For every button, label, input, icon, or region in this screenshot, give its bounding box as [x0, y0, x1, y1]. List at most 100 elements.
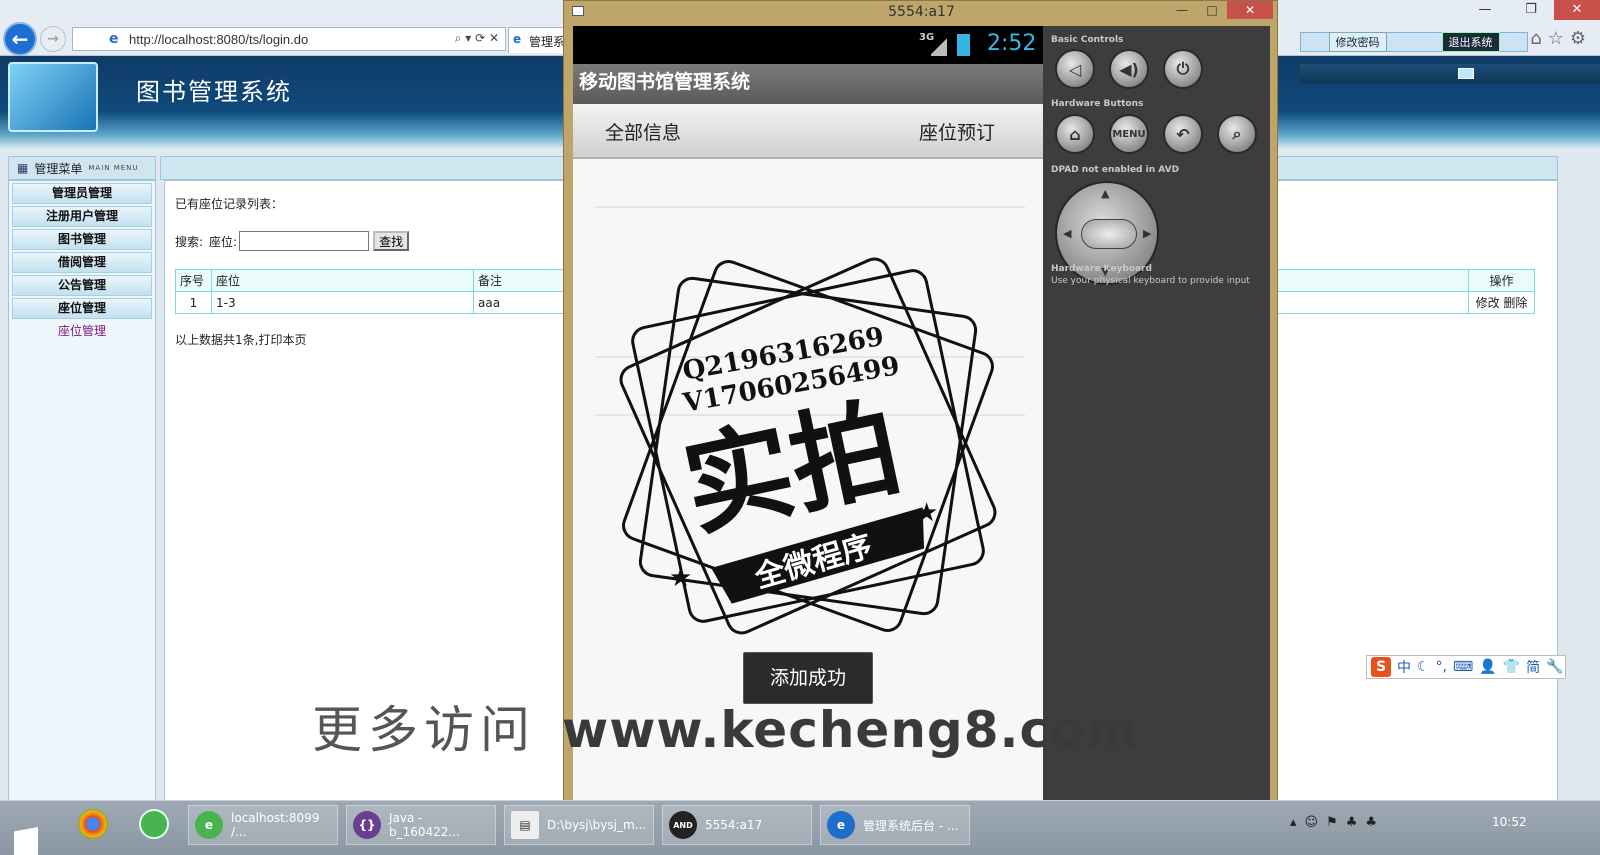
ie-favicon-icon: e	[109, 31, 119, 47]
volume-down-icon[interactable]: ◁	[1055, 49, 1095, 89]
cell-actions: 修改 删除	[1468, 291, 1535, 314]
sidebar-subitem-seats[interactable]: 座位管理	[9, 322, 155, 339]
back-arrow-icon[interactable]: ←	[3, 22, 37, 56]
minimize-icon[interactable]: —	[1462, 0, 1508, 20]
tab-seat-booking[interactable]: 座位预订	[919, 118, 995, 145]
ime-mode[interactable]: 简	[1526, 657, 1540, 677]
header-links: 修改密码 退出系统	[1300, 32, 1528, 52]
stamp-banner-text: 全微程序	[750, 529, 876, 596]
tab-bar: 全部信息 座位预订	[573, 104, 1043, 159]
address-bar[interactable]: e http://localhost:8080/ts/login.do ⌕ ▾ …	[72, 27, 506, 51]
maximize-icon[interactable]: □	[1197, 1, 1227, 19]
hardware-buttons-label: Hardware Buttons	[1051, 99, 1144, 109]
signal-icon	[931, 36, 947, 56]
search-button[interactable]: 查找	[373, 231, 410, 251]
android-icon: AND	[669, 811, 697, 839]
col-seat: 座位	[211, 269, 474, 292]
volume-up-icon[interactable]: ◀)	[1109, 49, 1149, 89]
taskbar-clock: 10:52	[1492, 815, 1527, 829]
browser-green-icon[interactable]	[139, 809, 169, 839]
restore-icon[interactable]: ❐	[1508, 0, 1554, 20]
task-label: 管理系统后台 - ...	[863, 818, 959, 833]
eclipse-icon: {}	[353, 811, 381, 839]
sidebar-item-borrow[interactable]: 借阅管理	[12, 252, 152, 273]
sidebar-item-seats[interactable]: 座位管理	[12, 298, 152, 319]
chrome-icon[interactable]	[78, 809, 108, 839]
tray-qq-icon[interactable]: ♣	[1365, 815, 1377, 830]
green-browser-icon: e	[195, 811, 223, 839]
menu-header-en: MAIN MENU	[88, 164, 139, 172]
emulator-window: 5554:a17 — □ ✕ 3G 2:52 移动图书馆管理系统 全部信息 座位…	[563, 0, 1278, 808]
task-java[interactable]: {} Java - b_160422...	[346, 805, 496, 845]
keyboard-icon[interactable]: ⌨	[1453, 659, 1473, 675]
stamp-watermark: Q2196316269 V17060256499 实拍 全微程序 ★ ★	[619, 257, 997, 635]
menu-grid-icon: ▦	[17, 161, 29, 175]
windows-start-icon[interactable]	[14, 827, 38, 855]
wrench-icon[interactable]: 🔧	[1546, 659, 1563, 675]
watermark-cn: 更多访问	[312, 701, 536, 759]
skin-icon[interactable]: 👕	[1503, 659, 1520, 675]
back-icon[interactable]: ↶	[1163, 114, 1203, 154]
seat-search-input[interactable]	[239, 231, 370, 251]
task-localhost[interactable]: e localhost:8099 /...	[188, 805, 338, 845]
tab-all-info[interactable]: 全部信息	[605, 118, 681, 145]
search-icon[interactable]: ⌕	[1217, 114, 1257, 154]
dpad-up-icon[interactable]: ▲	[1101, 187, 1109, 200]
sidebar-item-notice[interactable]: 公告管理	[12, 275, 152, 296]
window-app-icon	[572, 6, 584, 16]
punctuation-icon[interactable]: °,	[1436, 659, 1447, 675]
home-icon[interactable]: ⌂	[1055, 114, 1095, 154]
sidebar-menu: 管理员管理 注册用户管理 图书管理 借阅管理 公告管理 座位管理 座位管理	[8, 180, 156, 808]
address-url[interactable]: http://localhost:8080/ts/login.do	[129, 32, 308, 47]
delete-link[interactable]: 删除	[1503, 296, 1527, 310]
search-refresh-icons[interactable]: ⌕ ▾ ⟳ ✕	[455, 31, 499, 46]
change-password-button[interactable]: 修改密码	[1328, 32, 1387, 52]
sidebar-item-users[interactable]: 注册用户管理	[12, 206, 152, 227]
dpad-center-button[interactable]	[1081, 219, 1137, 249]
emulator-title: 5554:a17	[888, 4, 955, 20]
close-icon[interactable]: ✕	[1227, 1, 1273, 19]
task-label: 5554:a17	[705, 818, 763, 832]
screen-icon	[1458, 68, 1474, 79]
watermark-url: www.kecheng8.com	[562, 701, 1139, 759]
cell-no: 1	[175, 291, 212, 314]
file-icon: ▤	[511, 811, 539, 839]
ie-tab-icon: e	[513, 32, 522, 46]
task-admin[interactable]: e 管理系统后台 - ...	[820, 805, 970, 845]
user-icon[interactable]: 👤	[1479, 659, 1496, 675]
task-folder[interactable]: ▤ D:\bysj\bysj_m...	[504, 805, 654, 845]
task-emulator[interactable]: AND 5554:a17	[662, 805, 812, 845]
search-row: 搜索: 座位: 查找	[175, 231, 410, 251]
tray-app-icon[interactable]: ☺	[1305, 815, 1319, 830]
close-icon[interactable]: ✕	[1554, 0, 1600, 20]
phone-screen: 3G 2:52 移动图书馆管理系统 全部信息 座位预订 Q2196316269	[573, 26, 1043, 802]
sogou-logo-icon[interactable]: S	[1371, 657, 1391, 677]
sidebar-item-books[interactable]: 图书管理	[12, 229, 152, 250]
col-actions: 操作	[1468, 269, 1535, 292]
browser-tool-icons[interactable]: ⌂☆⚙	[1530, 28, 1592, 49]
emulator-controls-panel: Basic Controls ◁ ◀) ⏻ Hardware Buttons ⌂…	[1043, 26, 1270, 802]
dpad-left-icon[interactable]: ◀	[1063, 227, 1071, 240]
col-no: 序号	[175, 269, 212, 292]
ime-lang[interactable]: 中	[1397, 657, 1411, 677]
dpad-right-icon[interactable]: ▶	[1143, 227, 1151, 240]
tray-up-arrow-icon[interactable]: ▴	[1290, 815, 1297, 830]
watermark-text: 更多访问 www.kecheng8.com	[312, 690, 1139, 762]
power-icon[interactable]: ⏻	[1163, 49, 1203, 89]
window-controls: — ❐ ✕	[1462, 0, 1600, 20]
forward-arrow-icon[interactable]: →	[40, 26, 66, 52]
tray-flag-icon[interactable]: ⚑	[1326, 815, 1338, 830]
battery-icon	[957, 34, 970, 56]
sidebar-item-admin[interactable]: 管理员管理	[12, 183, 152, 204]
logout-button[interactable]: 退出系统	[1441, 32, 1500, 52]
status-bar: 3G 2:52	[573, 26, 1043, 64]
list-title: 已有座位记录列表：	[175, 197, 284, 211]
minimize-icon[interactable]: —	[1167, 1, 1197, 19]
edit-link[interactable]: 修改	[1476, 296, 1500, 310]
tray-qq-icon[interactable]: ♣	[1346, 815, 1358, 830]
menu-button[interactable]: MENU	[1109, 114, 1149, 154]
moon-icon[interactable]: ☾	[1417, 659, 1430, 675]
app-title: 移动图书馆管理系统	[579, 71, 751, 93]
menu-header-title: 管理菜单	[34, 161, 83, 176]
system-tray: ▴ ☺ ⚑ ♣ ♣	[1290, 815, 1377, 830]
